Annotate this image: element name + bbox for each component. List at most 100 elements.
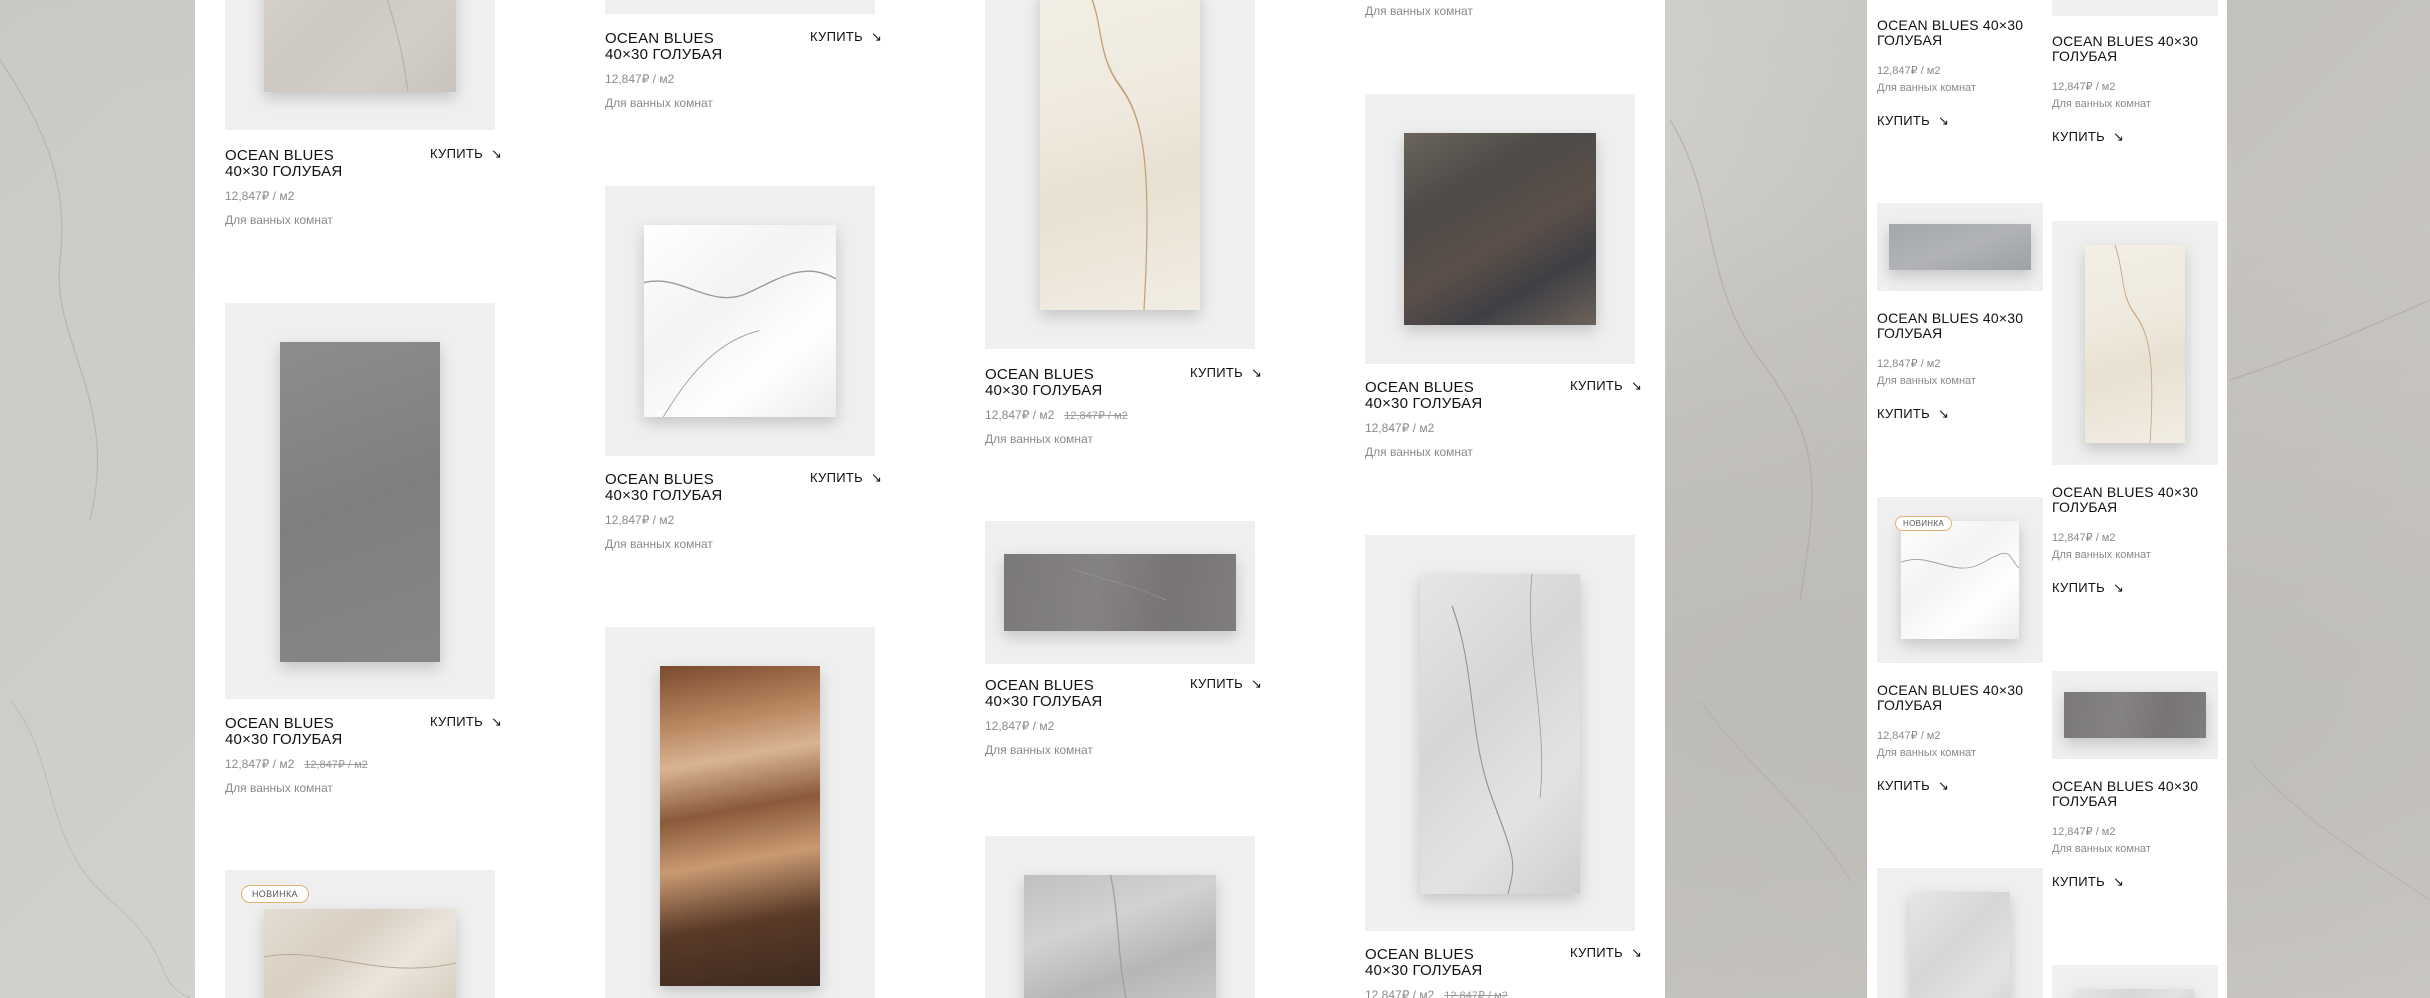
product-catalog-panel: OCEAN BLUES 40×30 ГОЛУБАЯ КУПИТЬ ↘ 12,847… xyxy=(195,0,1665,998)
buy-button[interactable]: КУПИТЬ ↘ xyxy=(1877,406,1949,422)
tile-image xyxy=(1889,224,2031,270)
product-title[interactable]: OCEAN BLUES 40×30 ГОЛУБАЯ xyxy=(1877,18,2027,48)
product-card[interactable]: OCEAN BLUES 40×30 ГОЛУБАЯ КУПИТЬ ↘ 12,847… xyxy=(1365,94,1642,474)
tile-image xyxy=(1420,574,1580,894)
tile-image xyxy=(2076,989,2194,998)
product-usage: Для ванных комнат xyxy=(1365,445,1473,459)
buy-button[interactable]: КУПИТЬ ↘ xyxy=(1570,945,1642,961)
product-thumbnail[interactable] xyxy=(985,0,1255,349)
product-card[interactable]: OCEAN BLUES 40×30 ГОЛУБАЯ 12,847₽ / м2 Д… xyxy=(2052,0,2218,160)
arrow-down-right-icon: ↘ xyxy=(2112,580,2125,595)
product-thumbnail[interactable] xyxy=(605,186,875,456)
product-thumbnail[interactable] xyxy=(2052,965,2218,998)
product_thumbnail[interactable]: НОВИНКА xyxy=(1877,497,2043,663)
product-thumbnail[interactable] xyxy=(2052,671,2218,759)
product-price: 12,847₽ / м2 xyxy=(1877,65,1941,77)
product-usage: Для ванных комнат xyxy=(1365,4,1473,18)
buy-button[interactable]: КУПИТЬ ↘ xyxy=(2052,580,2124,596)
product-price: 12,847₽ / м2 xyxy=(605,513,675,527)
product-price: 12,847₽ / м2 xyxy=(2052,81,2116,93)
product-card[interactable]: OCEAN BLUES 40×30 ГОЛУБАЯ КУПИТЬ ↘ 12,847… xyxy=(1365,535,1642,998)
product-title[interactable]: OCEAN BLUES 40×30 ГОЛУБАЯ xyxy=(985,367,1135,399)
product-card[interactable]: OCEAN BLUES 40×30 ГОЛУБАЯ КУПИТЬ ↘ 12,847… xyxy=(225,303,502,803)
product-thumbnail[interactable] xyxy=(1877,868,2043,998)
arrow-down-right-icon: ↘ xyxy=(490,714,503,729)
product-title[interactable]: OCEAN BLUES 40×30 ГОЛУБАЯ xyxy=(605,472,755,504)
product-card[interactable]: OCEAN BLUES 40×30 ГОЛУБАЯ КУПИТЬ ↘ 12,847… xyxy=(605,186,882,556)
product-card[interactable]: НОВИНКА xyxy=(225,870,495,998)
product-title[interactable]: OCEAN BLUES 40×30 ГОЛУБАЯ xyxy=(1877,683,2027,713)
product-title[interactable]: OCEAN BLUES 40×30 ГОЛУБАЯ xyxy=(2052,485,2202,515)
buy-button[interactable]: КУПИТЬ ↘ xyxy=(1570,378,1642,394)
product-card[interactable]: OCEAN BLUES 40×30 ГОЛУБАЯ 12,847₽ / м2 Д… xyxy=(2052,221,2218,611)
product-title[interactable]: OCEAN BLUES 40×30 ГОЛУБАЯ xyxy=(2052,779,2202,809)
arrow-down-right-icon: ↘ xyxy=(1630,378,1643,393)
buy-button[interactable]: КУПИТЬ ↘ xyxy=(810,470,882,486)
buy-button[interactable]: КУПИТЬ ↘ xyxy=(430,146,502,162)
product-thumbnail[interactable] xyxy=(2052,221,2218,465)
arrow-down-right-icon: ↘ xyxy=(1937,406,1950,421)
product-usage: Для ванных комнат xyxy=(1877,747,1976,759)
buy-button[interactable]: КУПИТЬ ↘ xyxy=(430,714,502,730)
product-card[interactable] xyxy=(2052,965,2218,998)
product-thumbnail[interactable] xyxy=(985,521,1255,664)
buy-button[interactable]: КУПИТЬ ↘ xyxy=(1877,778,1949,794)
product-title[interactable]: OCEAN BLUES 40×30 ГОЛУБАЯ xyxy=(1365,380,1515,412)
arrow-down-right-icon: ↘ xyxy=(1250,365,1263,380)
product-sidebar-panel: OCEAN BLUES 40×30 ГОЛУБАЯ 12,847₽ / м2 Д… xyxy=(1867,0,2227,998)
product-title[interactable]: OCEAN BLUES 40×30 ГОЛУБАЯ xyxy=(1877,311,2027,341)
buy-button[interactable]: КУПИТЬ ↘ xyxy=(1190,676,1262,692)
tile-image xyxy=(2064,692,2206,738)
tile-image xyxy=(1004,554,1236,631)
product-title[interactable]: OCEAN BLUES 40×30 ГОЛУБАЯ xyxy=(2052,34,2202,64)
product-thumbnail[interactable] xyxy=(1365,94,1635,364)
product-card[interactable]: OCEAN BLUES 40×30 ГОЛУБАЯ КУПИТЬ ↘ 12,847… xyxy=(225,0,502,240)
product-title[interactable]: OCEAN BLUES 40×30 ГОЛУБАЯ xyxy=(985,678,1135,710)
product-card[interactable] xyxy=(985,836,1255,998)
product-thumbnail[interactable]: НОВИНКА xyxy=(225,870,495,998)
tile-image xyxy=(644,225,836,417)
product-card[interactable]: OCEAN BLUES 40×30 ГОЛУБАЯ КУПИТЬ ↘ 12,847… xyxy=(985,0,1262,460)
product-title[interactable]: OCEAN BLUES 40×30 ГОЛУБАЯ xyxy=(225,716,375,748)
product-thumbnail[interactable] xyxy=(1877,203,2043,291)
product-price: 12,847₽ / м2 xyxy=(1365,421,1435,435)
arrow-down-right-icon: ↘ xyxy=(1630,945,1643,960)
product-card[interactable]: НОВИНКА OCEAN BLUES 40×30 ГОЛУБАЯ 12,847… xyxy=(1877,497,2043,802)
product-card[interactable]: OCEAN BLUES 40×30 ГОЛУБАЯ КУПИТЬ ↘ 12,847… xyxy=(985,521,1262,771)
old-price: 12,847₽ / м2 xyxy=(1064,410,1128,422)
product-usage: Для ванных комнат xyxy=(225,213,333,227)
product-card[interactable]: OCEAN BLUES 40×30 ГОЛУБАЯ 12,847₽ / м2 Д… xyxy=(1877,203,2043,433)
product-price: 12,847₽ / м2 12,847₽ / м2 xyxy=(1365,988,1508,998)
product-card[interactable]: OCEAN BLUES 40×30 ГОЛУБАЯ КУПИТЬ ↘ 12,847… xyxy=(605,0,882,120)
product-thumbnail[interactable] xyxy=(225,303,495,699)
old-price: 12,847₽ / м2 xyxy=(1444,990,1508,998)
product-thumbnail[interactable] xyxy=(225,0,495,130)
product-card[interactable]: Для ванных комнат xyxy=(1365,0,1635,30)
buy-button[interactable]: КУПИТЬ ↘ xyxy=(2052,874,2124,890)
product-title[interactable]: OCEAN BLUES 40×30 ГОЛУБАЯ xyxy=(225,148,375,180)
arrow-down-right-icon: ↘ xyxy=(1250,676,1263,691)
new-badge: НОВИНКА xyxy=(1895,516,1952,531)
product-card[interactable] xyxy=(605,627,875,998)
product-price: 12,847₽ / м2 xyxy=(1877,730,1941,742)
buy-button[interactable]: КУПИТЬ ↘ xyxy=(1877,113,1949,129)
product-card[interactable]: OCEAN BLUES 40×30 ГОЛУБАЯ 12,847₽ / м2 Д… xyxy=(1877,0,2043,140)
product-card[interactable] xyxy=(1877,868,2043,998)
buy-button[interactable]: КУПИТЬ ↘ xyxy=(1190,365,1262,381)
product-price: 12,847₽ / м2 xyxy=(2052,532,2116,544)
product-thumbnail[interactable] xyxy=(2052,0,2218,16)
product-usage: Для ванных комнат xyxy=(605,96,713,110)
new-badge: НОВИНКА xyxy=(241,885,309,903)
product-thumbnail[interactable] xyxy=(1365,535,1635,931)
arrow-down-right-icon: ↘ xyxy=(2112,874,2125,889)
arrow-down-right-icon: ↘ xyxy=(490,146,503,161)
buy-button[interactable]: КУПИТЬ ↘ xyxy=(810,29,882,45)
product-thumbnail[interactable] xyxy=(985,836,1255,998)
product-card[interactable]: OCEAN BLUES 40×30 ГОЛУБАЯ 12,847₽ / м2 Д… xyxy=(2052,671,2218,901)
buy-button[interactable]: КУПИТЬ ↘ xyxy=(2052,129,2124,145)
product-thumbnail[interactable] xyxy=(605,0,875,14)
product-title[interactable]: OCEAN BLUES 40×30 ГОЛУБАЯ xyxy=(605,31,755,63)
product-thumbnail[interactable] xyxy=(605,627,875,998)
arrow-down-right-icon: ↘ xyxy=(870,470,883,485)
product-title[interactable]: OCEAN BLUES 40×30 ГОЛУБАЯ xyxy=(1365,947,1515,979)
